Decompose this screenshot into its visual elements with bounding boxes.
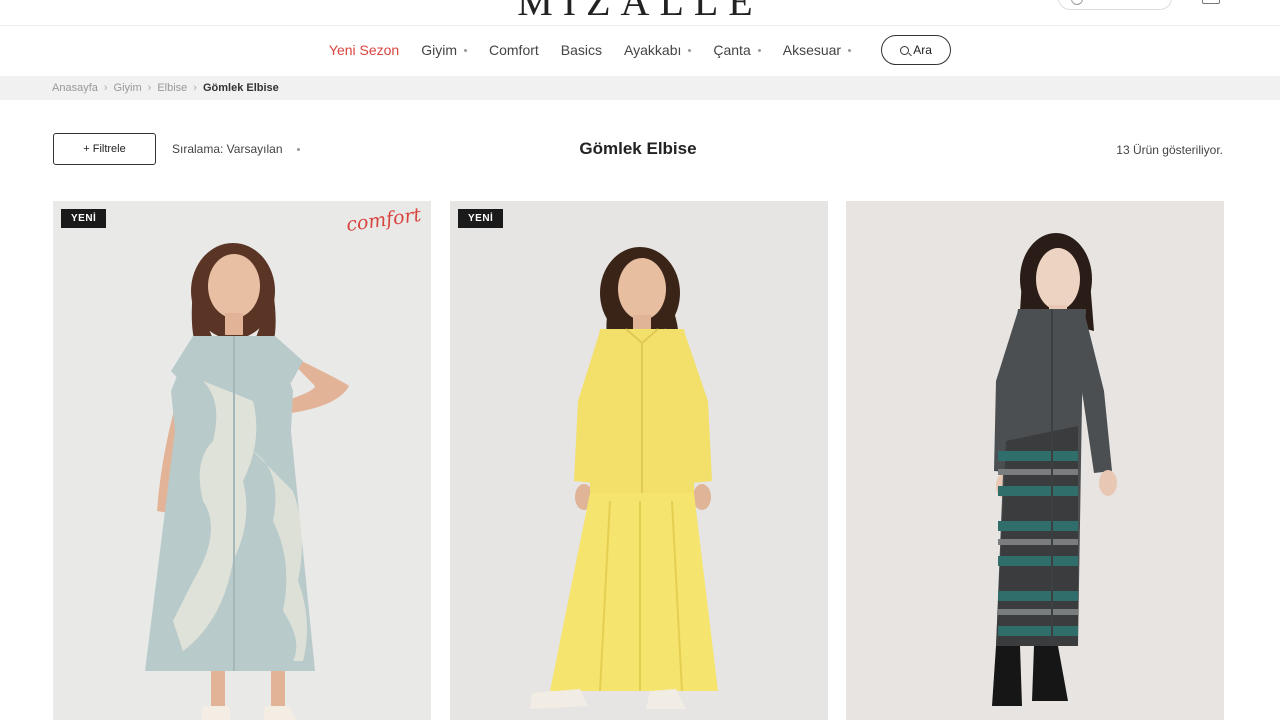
new-badge: YENİ: [61, 209, 107, 228]
nav-item-label: Çanta: [713, 42, 751, 58]
main-navigation: Yeni Sezon Giyim Comfort Basics Ayakkabı…: [0, 26, 1280, 74]
new-badge: YENİ: [458, 209, 504, 228]
nav-item-label: Basics: [560, 42, 603, 58]
breadcrumb: Anasayfa › Giyim › Elbise › Gömlek Elbis…: [0, 76, 1280, 100]
nav-item-aksesuar[interactable]: Aksesuar: [782, 42, 852, 58]
nav-item-basics[interactable]: Basics: [561, 42, 602, 58]
cart-icon[interactable]: [1202, 0, 1220, 4]
nav-item-label: Ayakkabı: [624, 42, 682, 58]
top-search-field[interactable]: [1058, 0, 1172, 10]
product-card[interactable]: [846, 201, 1224, 720]
nav-item-label: Yeni Sezon: [328, 42, 400, 58]
dropdown-indicator-icon: [688, 48, 692, 52]
result-count: 13 Ürün gösteriliyor.: [1116, 143, 1223, 157]
product-image: [450, 201, 828, 720]
breadcrumb-item-elbise[interactable]: Elbise: [157, 82, 187, 94]
nav-item-label: Giyim: [421, 42, 457, 58]
page-title: Gömlek Elbise: [579, 139, 697, 158]
product-image: [53, 201, 431, 720]
nav-item-ayakkabi[interactable]: Ayakkabı: [624, 42, 692, 58]
dropdown-indicator-icon: [757, 48, 761, 52]
dropdown-indicator-icon: [464, 48, 467, 52]
nav-item-giyim[interactable]: Giyim: [421, 42, 467, 58]
nav-item-canta[interactable]: Çanta: [713, 42, 761, 58]
breadcrumb-separator: ›: [193, 82, 197, 94]
search-icon: [900, 45, 910, 55]
top-header: MIZALLE: [0, 0, 1280, 26]
breadcrumb-item-anasayfa[interactable]: Anasayfa: [52, 82, 98, 94]
nav-item-yeni-sezon[interactable]: Yeni Sezon: [329, 42, 399, 58]
search-button-label: Ara: [913, 43, 932, 57]
breadcrumb-item-giyim[interactable]: Giyim: [114, 82, 142, 94]
breadcrumb-separator: ›: [103, 82, 108, 94]
nav-item-comfort[interactable]: Comfort: [489, 42, 539, 58]
product-image: [846, 201, 1224, 720]
nav-item-label: Aksesuar: [782, 42, 842, 58]
product-card[interactable]: YENİ: [450, 201, 828, 720]
dropdown-indicator-icon: [848, 48, 852, 52]
nav-item-label: Comfort: [489, 42, 539, 58]
search-icon: [1071, 0, 1083, 5]
breadcrumb-separator: ›: [147, 82, 152, 94]
product-card[interactable]: YENİ comfort: [53, 201, 431, 720]
breadcrumb-current: Gömlek Elbise: [202, 82, 279, 94]
search-button[interactable]: Ara: [881, 35, 952, 65]
